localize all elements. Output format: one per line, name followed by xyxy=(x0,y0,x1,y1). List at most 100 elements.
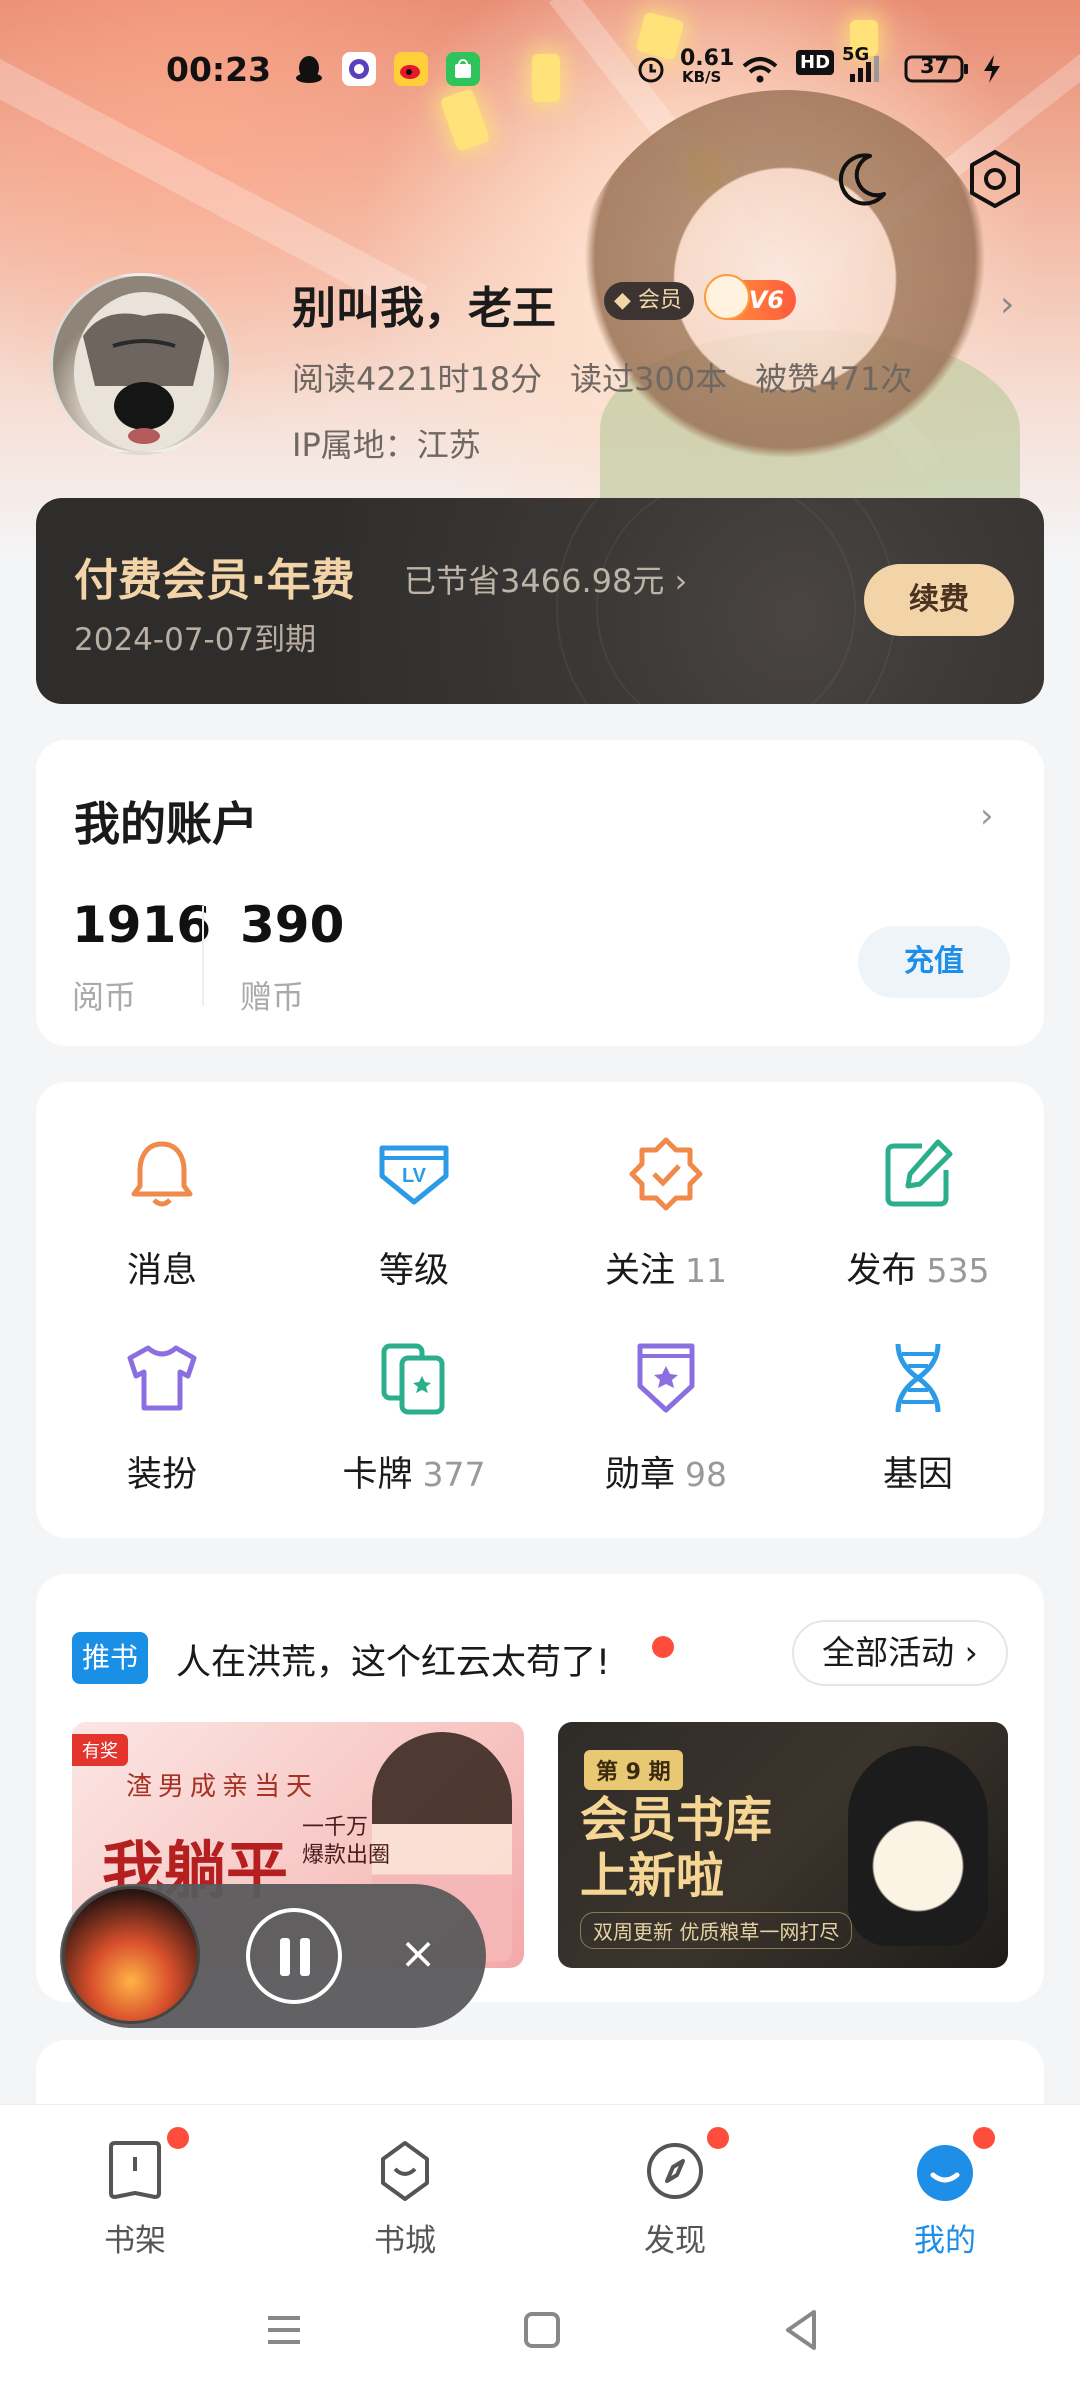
username[interactable]: 别叫我，老王 xyxy=(292,272,556,336)
nav-item-discover[interactable]: 发现 xyxy=(595,2125,755,2265)
reward-tag: 有奖 xyxy=(72,1734,128,1766)
vip-title: 付费会员·年费 xyxy=(74,555,355,606)
nav-item-me[interactable]: 我的 xyxy=(865,2125,1025,2265)
cards-icon xyxy=(381,1343,445,1415)
browser-icon xyxy=(342,52,376,86)
settings-icon[interactable] xyxy=(962,146,1028,212)
pause-button[interactable] xyxy=(246,1908,342,2004)
audiobook-cover[interactable] xyxy=(62,1886,200,2024)
reading-stats: 阅读4221时18分 读过300本 被赞471次 xyxy=(292,354,940,400)
balance-divider xyxy=(202,906,204,1006)
night-mode-icon[interactable] xyxy=(828,146,894,212)
grid-item-follow[interactable]: 关注 11 xyxy=(540,1134,792,1324)
nav-label-bookshelf: 书架 xyxy=(104,2223,166,2259)
nav-label-bookstore: 书城 xyxy=(374,2223,436,2259)
cards-count: 377 xyxy=(422,1455,486,1494)
read-coin-balance[interactable]: 1916 xyxy=(72,896,211,954)
gift-coin-label: 赠币 xyxy=(240,978,305,1016)
grid-item-dressup[interactable]: 装扮 xyxy=(36,1338,288,1528)
recharge-button[interactable]: 充值 xyxy=(858,926,1010,998)
vip-badge-label: 会员 xyxy=(637,288,682,313)
account-card[interactable]: 我的账户 › 1916 阅币 390 赠币 充值 xyxy=(36,740,1044,1046)
nav-item-bookstore[interactable]: 书城 xyxy=(325,2135,485,2265)
level-icon: LV xyxy=(379,1145,449,1205)
grid-label-genes: 基因 xyxy=(882,1455,953,1495)
grid-item-messages[interactable]: 消息 xyxy=(36,1134,288,1324)
bookstore-icon xyxy=(381,2141,429,2201)
vip-membership-card[interactable]: 付费会员·年费 已节省3466.98元 › 2024-07-07到期 续费 xyxy=(36,498,1044,704)
shopping-app-icon xyxy=(446,52,480,86)
vip-expire-date: 2024-07-07到期 xyxy=(74,622,317,658)
notification-dot xyxy=(971,2125,997,2151)
chevron-right-icon: › xyxy=(674,562,688,600)
vip-saved-amount[interactable]: 已节省3466.98元 › xyxy=(404,556,687,602)
notification-dot xyxy=(165,2125,191,2151)
notification-dot xyxy=(705,2125,731,2151)
grid-item-publish[interactable]: 发布 535 xyxy=(792,1134,1044,1324)
promo-tag: 推书 xyxy=(72,1632,149,1684)
banner-title: 会员书库 上新啦 xyxy=(580,1792,773,1904)
svg-text:LV: LV xyxy=(402,1165,427,1187)
grid-item-medals[interactable]: 勋章 98 xyxy=(540,1338,792,1528)
notification-dot xyxy=(652,1636,674,1658)
grid-label-messages: 消息 xyxy=(126,1251,197,1291)
avatar[interactable] xyxy=(50,273,232,455)
penguin-avatar-icon xyxy=(704,274,750,320)
nav-label-discover: 发现 xyxy=(644,2223,706,2259)
close-icon[interactable]: × xyxy=(390,1928,446,1984)
menu-icon[interactable] xyxy=(254,2300,314,2360)
floating-audio-player[interactable]: × xyxy=(60,1884,486,2028)
crown-icon: ◆ xyxy=(614,288,631,313)
home-icon[interactable] xyxy=(512,2300,572,2360)
all-activities-label: 全部活动 xyxy=(822,1633,955,1672)
shirt-icon xyxy=(127,1345,197,1411)
level-badge-label: V6 xyxy=(748,286,784,314)
gift-coin-balance[interactable]: 390 xyxy=(240,896,344,954)
feature-grid-card: 消息 LV 等级 关注 11 发布 535 装扮 卡牌 377 勋章 98 基因 xyxy=(36,1082,1044,1538)
nav-label-me: 我的 xyxy=(914,2223,976,2259)
all-activities-button[interactable]: 全部活动 › xyxy=(792,1620,1008,1686)
signal-icon xyxy=(846,52,880,86)
bookshelf-icon xyxy=(109,2141,161,2199)
books-read: 读过300本 xyxy=(570,360,728,398)
medal-icon xyxy=(637,1343,695,1413)
grid-item-cards[interactable]: 卡牌 377 xyxy=(288,1338,540,1528)
grid-label-medals: 勋章 xyxy=(604,1455,675,1495)
grid-label-follow: 关注 xyxy=(604,1251,675,1291)
status-bar: 00:23 0.61 KB/S HD 5G 37 xyxy=(0,44,1080,92)
renew-button[interactable]: 续费 xyxy=(864,564,1014,636)
nav-item-bookshelf[interactable]: 书架 xyxy=(55,2125,215,2265)
medals-count: 98 xyxy=(685,1455,727,1494)
penguin-mascot-icon xyxy=(848,1746,988,1946)
grid-item-genes[interactable]: 基因 xyxy=(792,1338,1044,1528)
bell-icon xyxy=(131,1141,193,1207)
promo-book-title[interactable]: 人在洪荒，这个红云太苟了! xyxy=(176,1634,610,1685)
battery-level: 37 xyxy=(920,54,950,78)
grid-label-dressup: 装扮 xyxy=(126,1455,197,1495)
qq-icon xyxy=(292,52,326,86)
promo-banner-vip-library[interactable]: 第 9 期 会员书库 上新啦 双周更新 优质粮草一网打尽 xyxy=(558,1722,1008,1968)
chevron-right-icon[interactable]: › xyxy=(1000,284,1014,325)
chevron-right-icon: › xyxy=(964,1633,978,1672)
compass-icon xyxy=(647,2143,703,2199)
chevron-right-icon[interactable]: › xyxy=(980,796,994,836)
banner-subtitle: 双周更新 优质粮草一网打尽 xyxy=(580,1912,853,1949)
banner-subtitle: 渣男成亲当天 xyxy=(126,1772,319,1802)
banner-tagline: 一千万 爆款出圈 xyxy=(302,1815,391,1868)
likes-received: 被赞471次 xyxy=(755,360,913,398)
dna-icon xyxy=(895,1343,941,1413)
vip-badge[interactable]: ◆ 会员 xyxy=(604,282,694,320)
edit-icon xyxy=(885,1139,953,1207)
charging-icon xyxy=(976,52,1010,86)
read-coin-label: 阅币 xyxy=(72,978,137,1016)
alarm-icon xyxy=(634,52,668,86)
reading-time: 阅读4221时18分 xyxy=(292,360,543,398)
follow-count: 11 xyxy=(685,1251,727,1290)
level-badge[interactable]: V6 xyxy=(704,274,796,320)
profile-icon xyxy=(917,2145,973,2201)
grid-label-cards: 卡牌 xyxy=(342,1455,413,1495)
grid-item-level[interactable]: LV 等级 xyxy=(288,1134,540,1324)
wifi-icon xyxy=(740,52,778,86)
ip-location: IP属地：江苏 xyxy=(292,426,481,464)
back-icon[interactable] xyxy=(772,2300,832,2360)
